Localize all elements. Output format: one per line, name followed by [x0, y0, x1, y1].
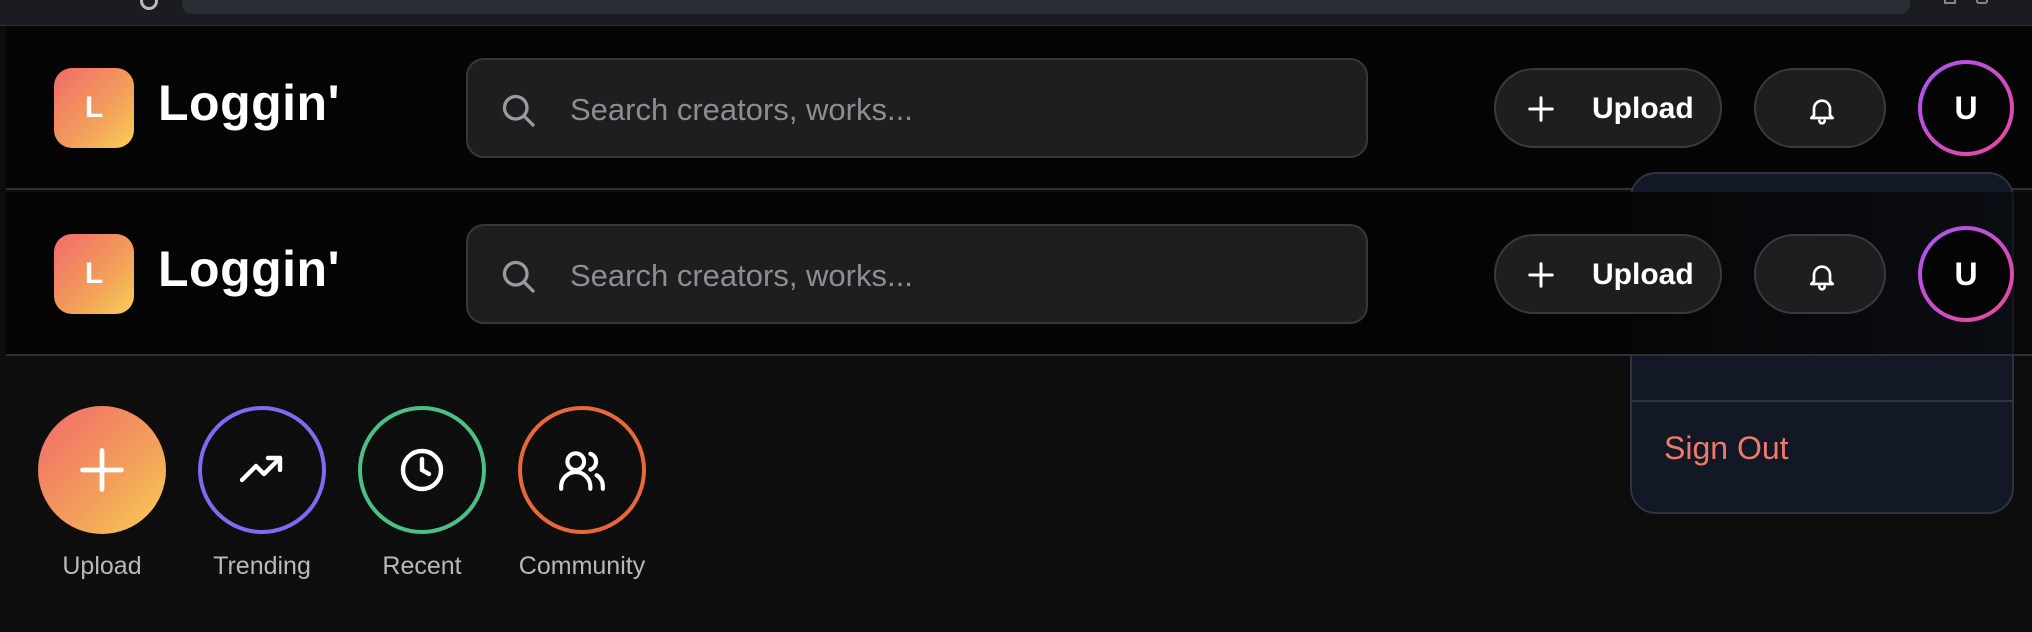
- upload-button[interactable]: Upload: [1494, 234, 1722, 314]
- logo-icon[interactable]: L: [54, 234, 134, 314]
- bell-icon: [1810, 265, 1834, 291]
- quick-action-label: Community: [518, 552, 646, 580]
- notifications-button[interactable]: [1754, 234, 1886, 314]
- search-icon: [502, 260, 535, 293]
- upload-button-label: Upload: [1592, 258, 1694, 291]
- search-placeholder: Search creators, works...: [570, 92, 913, 127]
- upload-button-label: Upload: [1592, 92, 1694, 125]
- search-input[interactable]: Search creators, works...: [466, 224, 1368, 324]
- upload-button[interactable]: Upload: [1494, 68, 1722, 148]
- plus-icon: [80, 448, 124, 492]
- profile-icon[interactable]: [1976, 0, 1988, 4]
- brand-name[interactable]: Loggin': [158, 240, 340, 298]
- notifications-button[interactable]: [1754, 68, 1886, 148]
- app-header: L Loggin' Search creators, works... Uplo…: [6, 26, 2032, 190]
- quick-action-trending-circle[interactable]: [198, 406, 326, 534]
- quick-action-recent-circle[interactable]: [358, 406, 486, 534]
- quick-action-community-circle[interactable]: [518, 406, 646, 534]
- clock-icon: [400, 448, 444, 492]
- plus-icon: [1528, 96, 1554, 122]
- quick-action-community[interactable]: Community: [518, 406, 646, 580]
- address-bar[interactable]: [182, 0, 1910, 14]
- avatar[interactable]: U: [1918, 60, 2014, 156]
- search-placeholder: Search creators, works...: [570, 258, 913, 293]
- logo-icon[interactable]: L: [54, 68, 134, 148]
- plus-icon: [1528, 262, 1554, 288]
- search-icon: [502, 94, 535, 127]
- search-input[interactable]: Search creators, works...: [466, 58, 1368, 158]
- avatar-initial: U: [1922, 230, 2010, 318]
- app-header-sticky: L Loggin' Search creators, works... Uplo…: [6, 192, 2032, 356]
- users-icon: [559, 451, 605, 491]
- brand-name[interactable]: Loggin': [158, 74, 340, 132]
- logo-letter: L: [84, 91, 104, 124]
- logo-letter: L: [84, 257, 104, 290]
- quick-action-trending[interactable]: Trending: [198, 406, 326, 580]
- menu-divider: [1632, 400, 2012, 402]
- browser-chrome: [0, 0, 2032, 26]
- quick-action-upload[interactable]: Upload: [38, 406, 166, 580]
- extension-icon[interactable]: [1944, 0, 1956, 4]
- reload-icon[interactable]: [140, 0, 158, 10]
- quick-action-recent[interactable]: Recent: [358, 406, 486, 580]
- trending-up-icon: [239, 455, 283, 483]
- bell-icon: [1810, 99, 1834, 125]
- sign-out-item[interactable]: Sign Out: [1664, 430, 1789, 467]
- avatar-initial: U: [1922, 64, 2010, 152]
- avatar[interactable]: U: [1918, 226, 2014, 322]
- quick-action-upload-circle[interactable]: [38, 406, 166, 534]
